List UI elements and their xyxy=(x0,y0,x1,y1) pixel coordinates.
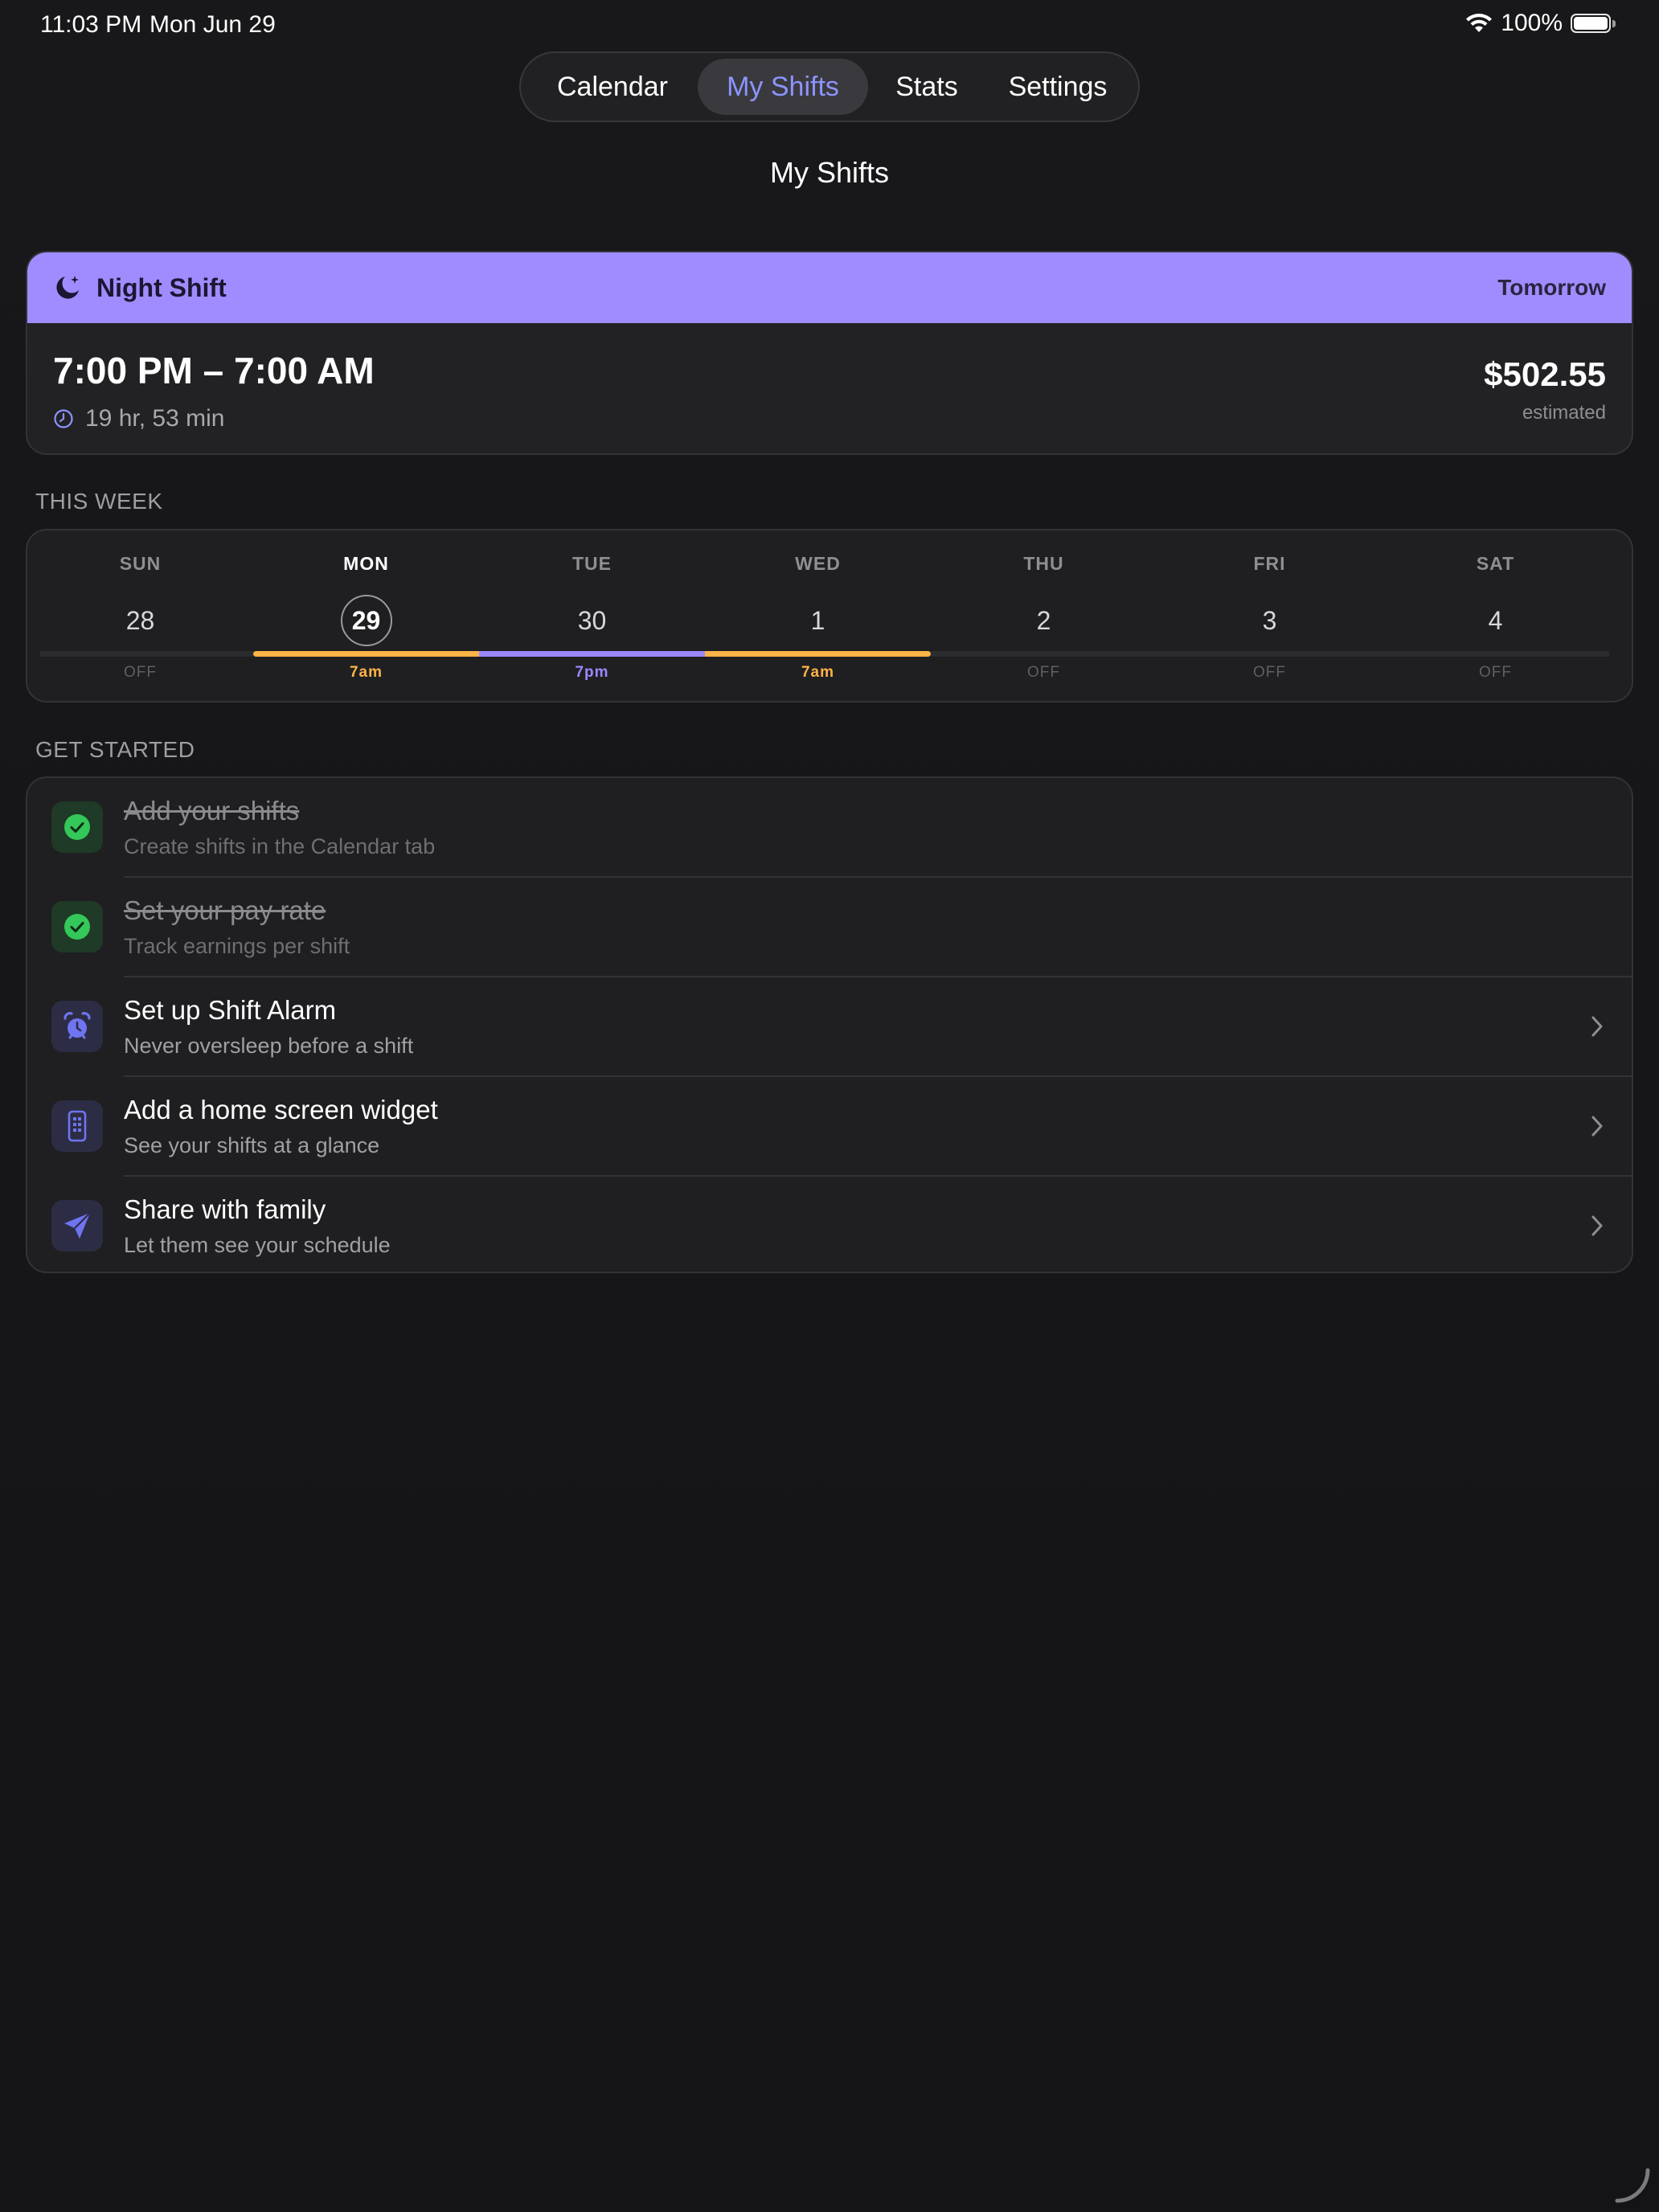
day-shift-bar xyxy=(931,651,1157,657)
day-number-today: 29 xyxy=(340,595,392,646)
get-started-list: Add your shifts Create shifts in the Cal… xyxy=(26,776,1633,1273)
day-number: 3 xyxy=(1262,606,1277,635)
tab-my-shifts[interactable]: My Shifts xyxy=(698,59,868,115)
segmented-tab-bar: Calendar My Shifts Stats Settings xyxy=(519,51,1140,122)
shift-countdown: 19 hr, 53 min xyxy=(53,405,224,432)
shift-pay: $502.55 xyxy=(1484,355,1606,393)
phone-widget-icon xyxy=(51,1100,103,1152)
list-item-subtitle: Let them see your schedule xyxy=(124,1233,391,1257)
list-item-title: Add your shifts xyxy=(124,796,300,825)
day-shift-bar xyxy=(1157,651,1382,657)
day-name: MON xyxy=(343,553,389,574)
day-name: WED xyxy=(795,553,841,574)
day-wed[interactable]: WED 1 7am xyxy=(705,530,931,704)
tab-stats[interactable]: Stats xyxy=(868,59,985,115)
day-fri[interactable]: FRI 3 OFF xyxy=(1157,530,1382,704)
chevron-right-icon xyxy=(1591,1116,1603,1137)
this-week-label: THIS WEEK xyxy=(35,489,163,514)
day-shift-label: 7am xyxy=(349,664,383,681)
day-shift-label: 7pm xyxy=(575,664,609,681)
clock-icon xyxy=(54,409,73,428)
list-item-subtitle: Never oversleep before a shift xyxy=(124,1034,414,1058)
day-name: THU xyxy=(1023,553,1064,574)
list-item-add-shifts[interactable]: Add your shifts Create shifts in the Cal… xyxy=(27,778,1632,878)
day-number: 1 xyxy=(810,606,825,635)
paper-plane-icon xyxy=(51,1200,103,1251)
list-item-title: Share with family xyxy=(124,1194,326,1224)
checkmark-circle-icon xyxy=(51,801,103,853)
checkmark-circle-icon xyxy=(51,901,103,952)
day-thu[interactable]: THU 2 OFF xyxy=(931,530,1157,704)
list-item-title: Add a home screen widget xyxy=(124,1095,438,1124)
day-shift-bar xyxy=(479,651,705,657)
list-item-widget[interactable]: Add a home screen widget See your shifts… xyxy=(27,1077,1632,1177)
shift-when: Tomorrow xyxy=(1497,275,1606,300)
day-shift-bar xyxy=(253,651,479,657)
list-item-pay-rate[interactable]: Set your pay rate Track earnings per shi… xyxy=(27,878,1632,977)
day-sat[interactable]: SAT 4 OFF xyxy=(1382,530,1609,704)
shift-pay-note: estimated xyxy=(1522,402,1606,424)
day-shift-label: OFF xyxy=(1027,664,1060,681)
list-item-share-family[interactable]: Share with family Let them see your sche… xyxy=(27,1177,1632,1272)
day-name: SAT xyxy=(1476,553,1515,574)
day-sun[interactable]: SUN 28 OFF xyxy=(27,530,253,704)
day-shift-bar xyxy=(1382,651,1609,657)
day-shift-label: OFF xyxy=(1253,664,1286,681)
countdown-text: 19 hr, 53 min xyxy=(85,405,225,432)
status-indicators: 100% xyxy=(1465,10,1616,37)
battery-percentage: 100% xyxy=(1501,10,1563,36)
list-item-shift-alarm[interactable]: Set up Shift Alarm Never oversleep befor… xyxy=(27,977,1632,1077)
chevron-right-icon xyxy=(1591,1016,1603,1037)
get-started-label: GET STARTED xyxy=(35,737,195,762)
day-tue[interactable]: TUE 30 7pm xyxy=(479,530,705,704)
list-item-title: Set up Shift Alarm xyxy=(124,995,337,1025)
alarm-clock-icon xyxy=(51,1001,103,1052)
day-shift-label: OFF xyxy=(1479,664,1512,681)
tab-settings[interactable]: Settings xyxy=(985,59,1130,115)
day-name: FRI xyxy=(1253,553,1286,574)
moon-stars-icon xyxy=(56,276,79,299)
shift-header: Night Shift Tomorrow xyxy=(27,252,1632,323)
wifi-icon xyxy=(1466,14,1493,32)
day-shift-bar xyxy=(705,651,931,657)
day-number: 28 xyxy=(125,606,155,635)
day-number: 4 xyxy=(1488,606,1503,635)
shift-time-range: 7:00 PM – 7:00 AM xyxy=(53,350,375,391)
day-name: SUN xyxy=(119,553,162,574)
day-shift-label: 7am xyxy=(801,664,835,681)
day-number: 30 xyxy=(577,606,607,635)
status-date: Mon Jun 29 xyxy=(150,11,276,38)
day-name: TUE xyxy=(572,553,612,574)
day-mon[interactable]: MON 29 7am xyxy=(253,530,479,704)
battery-icon xyxy=(1571,12,1616,35)
day-number: 2 xyxy=(1036,606,1051,635)
day-shift-bar xyxy=(40,651,253,657)
week-strip: SUN 28 OFF MON 29 7am TUE 30 7pm WED 1 7… xyxy=(26,529,1633,703)
tab-calendar[interactable]: Calendar xyxy=(527,59,698,115)
page-title: My Shifts xyxy=(769,156,890,189)
list-item-title: Set your pay rate xyxy=(124,895,326,925)
list-item-subtitle: See your shifts at a glance xyxy=(124,1133,380,1157)
list-item-subtitle: Create shifts in the Calendar tab xyxy=(124,834,436,858)
shift-name: Night Shift xyxy=(96,272,227,302)
next-shift-card[interactable]: Night Shift Tomorrow 7:00 PM – 7:00 AM 1… xyxy=(26,251,1633,455)
day-shift-label: OFF xyxy=(124,664,157,681)
chevron-right-icon xyxy=(1591,1215,1603,1236)
list-item-subtitle: Track earnings per shift xyxy=(124,934,350,958)
resize-handle-icon[interactable] xyxy=(1612,2165,1653,2206)
status-time: 11:03 PM xyxy=(40,11,142,38)
